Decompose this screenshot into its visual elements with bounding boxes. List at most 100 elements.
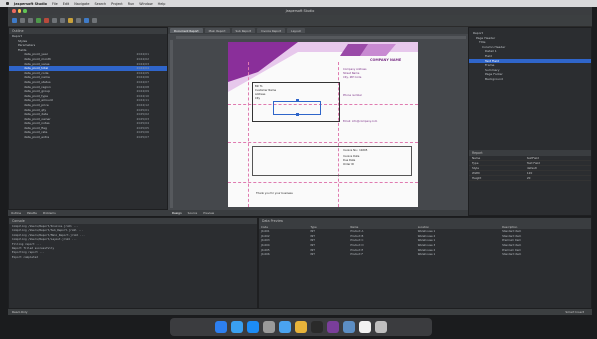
property-value[interactable]: Text Field xyxy=(524,161,540,165)
menubar-app-name[interactable]: Jaspersoft Studio xyxy=(14,2,47,6)
design-canvas[interactable]: COMPANY NAME Company Address Street Name… xyxy=(168,34,468,210)
property-row[interactable]: Height 20 xyxy=(469,176,591,181)
table-cell: INT xyxy=(310,252,315,257)
bill-to-box[interactable]: Bill To Customer Name Address City xyxy=(252,82,340,122)
editor-tab-1[interactable]: Main Report xyxy=(204,28,230,33)
tab-problems[interactable]: Problems xyxy=(43,211,56,215)
textedit-icon[interactable] xyxy=(359,321,371,333)
editor-tabs: Document Report Main Report Sub Report I… xyxy=(168,27,468,34)
resize-handle[interactable] xyxy=(296,113,299,116)
outline-row-label: data_pivot_extra xyxy=(24,135,50,140)
tab-palette[interactable]: Palette xyxy=(27,211,37,215)
left-bottom-tabs: Outline Palette Problems xyxy=(8,210,168,216)
outline-row-label: data_pivot_rate xyxy=(24,130,48,135)
redo-icon[interactable] xyxy=(60,18,65,23)
run-icon[interactable] xyxy=(36,18,41,23)
studio-icon[interactable] xyxy=(327,321,339,333)
outline-row-label: data_pivot_qty xyxy=(24,107,47,112)
menu-edit[interactable]: Edit xyxy=(63,2,70,6)
console-output[interactable]: Compiling /Users/Report/Invoice.jrxml ..… xyxy=(9,224,257,259)
settings-icon[interactable] xyxy=(92,18,97,23)
editor-tab-4[interactable]: Layout xyxy=(287,28,305,33)
detail-box[interactable]: Invoice No.: 10295 Invoice Date Due Date… xyxy=(252,146,412,176)
address-line-2: City, ZIP Code xyxy=(343,76,362,79)
window-title: Jaspersoft Studio xyxy=(285,9,315,13)
outline-row-label: data_pivot_region xyxy=(24,84,51,89)
outline-row-label: data_pivot_group xyxy=(24,89,50,94)
stop-icon[interactable] xyxy=(44,18,49,23)
guide-line xyxy=(228,182,418,183)
outline-row-label: Styles xyxy=(18,38,28,43)
resize-handle[interactable] xyxy=(296,99,299,102)
outline-row-label: data_pivot_price xyxy=(24,102,49,107)
outline-row-label: Fields xyxy=(18,47,27,52)
safari-icon[interactable] xyxy=(231,321,243,333)
outline-row-label: data_pivot_value xyxy=(24,61,50,66)
search-icon[interactable] xyxy=(76,18,81,23)
mac-menubar: Jaspersoft Studio File Edit Navigate Sea… xyxy=(0,0,597,7)
outline-row-label: data_pivot_type xyxy=(24,93,48,98)
menu-help[interactable]: Help xyxy=(158,2,166,6)
tab-design[interactable]: Design xyxy=(172,211,182,215)
tab-outline[interactable]: Outline xyxy=(11,211,21,215)
undo-icon[interactable] xyxy=(52,18,57,23)
outline-row-label: data_pivot_year xyxy=(24,52,48,57)
design-tabs: Design Source Preview xyxy=(168,210,468,216)
preview-icon[interactable] xyxy=(343,321,355,333)
element-tree-row[interactable]: Background xyxy=(469,77,591,82)
outline-row-label: data_pivot_status xyxy=(24,79,51,84)
print-icon[interactable] xyxy=(28,18,33,23)
mail-icon[interactable] xyxy=(279,321,291,333)
debug-icon[interactable] xyxy=(68,18,73,23)
guide-line xyxy=(228,142,418,143)
appstore-icon[interactable] xyxy=(247,321,259,333)
address-line-1: Street Name xyxy=(343,72,360,75)
new-icon[interactable] xyxy=(12,18,17,23)
editor-tab-2[interactable]: Sub Report xyxy=(231,28,255,33)
table-cell: JX-006 xyxy=(261,252,270,257)
property-value[interactable]: default xyxy=(524,166,537,170)
editor-tab-0[interactable]: Document Report xyxy=(170,28,203,33)
terminal-icon[interactable] xyxy=(311,321,323,333)
menu-window[interactable]: Window xyxy=(139,2,152,6)
table-row[interactable]: JX-006 INT Product F Warehouse 1 Standard it… xyxy=(259,252,591,257)
canvas-ruler-vertical xyxy=(170,40,173,208)
menu-search[interactable]: Search xyxy=(94,2,106,6)
photos-icon[interactable] xyxy=(295,321,307,333)
trash-icon[interactable] xyxy=(375,321,387,333)
email-text: Email: info@company.com xyxy=(343,120,378,123)
results-panel: Data Preview Code Type Name Location Descrip… xyxy=(258,217,592,309)
finder-icon[interactable] xyxy=(215,321,227,333)
save-icon[interactable] xyxy=(20,18,25,23)
property-value[interactable]: 20 xyxy=(524,176,531,180)
bill-to-line-2: City xyxy=(255,97,261,100)
menu-file[interactable]: File xyxy=(52,2,58,6)
preview-icon[interactable] xyxy=(84,18,89,23)
guide-line xyxy=(248,62,249,207)
report-page[interactable]: COMPANY NAME Company Address Street Name… xyxy=(228,42,418,207)
minimize-window-icon[interactable] xyxy=(17,9,21,13)
property-value[interactable]: 120 xyxy=(524,171,532,175)
tab-source[interactable]: Source xyxy=(188,211,198,215)
property-key: Width xyxy=(472,171,481,175)
launchpad-icon[interactable] xyxy=(263,321,275,333)
outline-row-label: data_pivot_date xyxy=(24,112,49,117)
mac-dock xyxy=(170,318,432,336)
properties-title: Report xyxy=(472,151,483,155)
results-table: Code Type Name Location Description JX-001 IN… xyxy=(259,224,591,257)
property-value[interactable]: textField xyxy=(524,156,539,160)
menu-project[interactable]: Project xyxy=(111,2,123,6)
menu-run[interactable]: Run xyxy=(128,2,135,6)
property-key: Style xyxy=(472,166,480,170)
close-window-icon[interactable] xyxy=(12,9,16,13)
outline-row-label: data_pivot_flag xyxy=(24,125,47,130)
address-line-3: Phone number xyxy=(343,94,362,97)
zoom-window-icon[interactable] xyxy=(23,9,27,13)
apple-icon[interactable] xyxy=(6,1,9,6)
outline-row-label: data_pivot_owner xyxy=(24,116,51,121)
outline-tree-row[interactable]: data_pivot_extra 2025/07 xyxy=(9,135,167,140)
menu-navigate[interactable]: Navigate xyxy=(74,2,89,6)
editor-tab-3[interactable]: Invoice Report xyxy=(256,28,286,33)
console-panel: Console Compiling /Users/Report/Invoice.… xyxy=(8,217,258,309)
tab-preview[interactable]: Preview xyxy=(203,211,214,215)
